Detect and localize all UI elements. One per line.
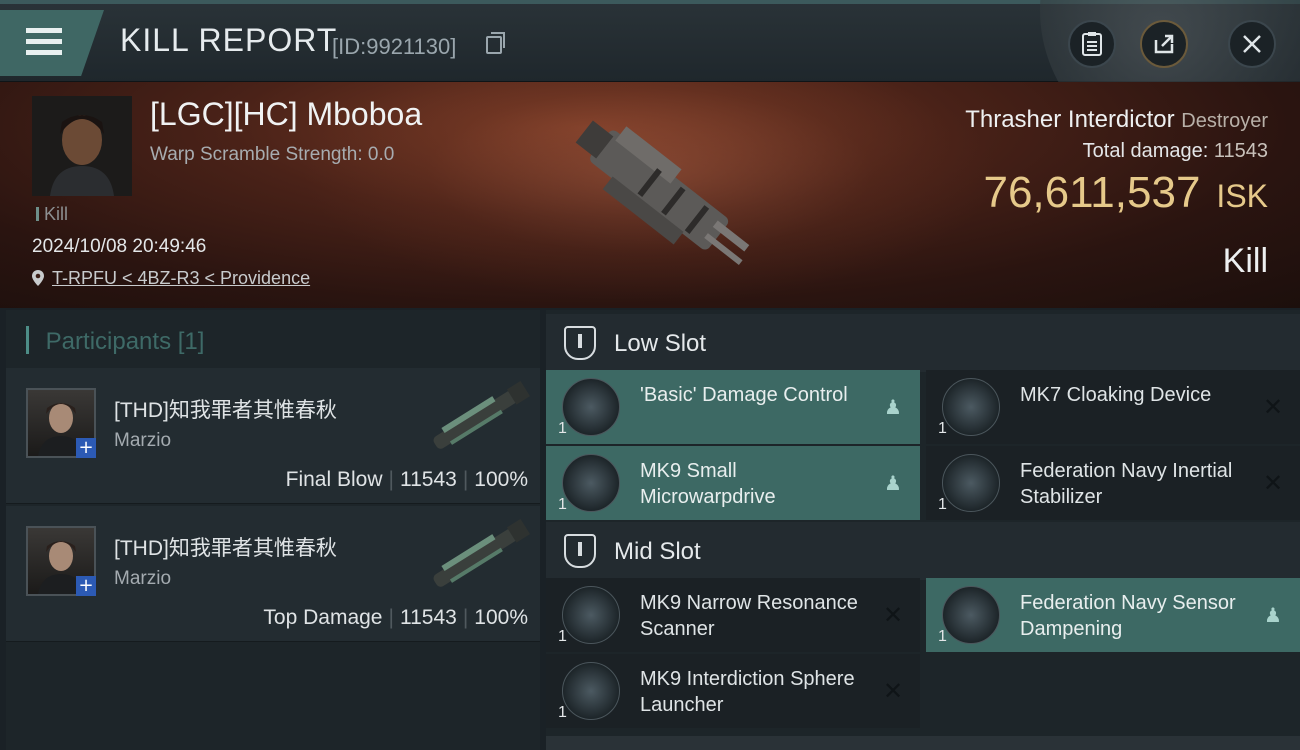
total-damage: Total damage: 11543 xyxy=(1083,140,1268,163)
participant-corp: Marzio xyxy=(114,568,172,589)
victim-banner: [LGC][HC] Mboboa Warp Scramble Strength:… xyxy=(0,82,1300,308)
destroyed-x-icon: ✕ xyxy=(1262,469,1284,497)
module-item[interactable]: 1 MK9 Narrow Resonance Scanner ✕ xyxy=(546,578,920,652)
ship-class: Destroyer xyxy=(1181,110,1268,132)
participant-damage: 11543 xyxy=(399,468,457,491)
kill-location[interactable]: T-RPFU < 4BZ-R3 < Providence xyxy=(32,268,310,289)
participant-stats: Top Damage | 11543 | 100% xyxy=(263,606,528,629)
interdiction-launcher-icon xyxy=(562,662,620,720)
module-quantity: 1 xyxy=(938,420,947,437)
next-slot-header-partial xyxy=(546,736,1300,750)
mid-slot-header: Mid Slot xyxy=(546,522,1300,580)
participants-label: Participants xyxy=(45,328,172,355)
participant-ship-icon xyxy=(433,380,531,449)
participant-ship-icon xyxy=(433,518,531,587)
ship-type: Thrasher Interdictor xyxy=(965,106,1175,133)
isk-value: 76,611,537 ISK xyxy=(983,168,1268,218)
participant-row[interactable]: + [THD]知我罪者其惟春秋 Marzio Top Damage | 11543 |… xyxy=(6,506,540,642)
module-quantity: 1 xyxy=(558,704,567,721)
low-slot-header: Low Slot xyxy=(546,314,1300,372)
corp-badge-plus-icon: + xyxy=(76,438,96,458)
menu-button[interactable] xyxy=(0,10,104,76)
close-icon xyxy=(1243,35,1261,53)
corp-badge-plus-icon: + xyxy=(76,576,96,596)
module-name: MK9 Interdiction Sphere Launcher xyxy=(640,668,855,716)
module-name: Federation Navy Inertial Stabilizer xyxy=(1020,460,1233,508)
module-name: 'Basic' Damage Control xyxy=(640,384,848,406)
module-item[interactable]: 1 MK7 Cloaking Device ✕ xyxy=(926,370,1300,444)
menu-icon xyxy=(26,28,62,56)
total-damage-label: Total damage: xyxy=(1082,140,1209,162)
participants-panel: Participants [1] + [THD]知我罪者其惟春秋 Marzio … xyxy=(6,310,540,750)
isk-amount: 76,611,537 xyxy=(983,168,1201,217)
module-name: MK9 Small Microwarpdrive xyxy=(640,460,776,508)
resonance-scanner-icon xyxy=(562,586,620,644)
participants-count: [1] xyxy=(177,328,205,355)
low-slot-icon xyxy=(564,326,596,360)
module-item[interactable]: 1 MK9 Interdiction Sphere Launcher ✕ xyxy=(546,654,920,728)
close-button[interactable] xyxy=(1228,20,1276,68)
participants-header: Participants [1] xyxy=(26,326,205,356)
dropped-person-icon: ♟ xyxy=(884,471,902,495)
participant-avatar[interactable]: + xyxy=(26,388,96,458)
module-quantity: 1 xyxy=(558,420,567,437)
participant-row[interactable]: + [THD]知我罪者其惟春秋 Marzio Final Blow | 11543 |… xyxy=(6,368,540,504)
participant-percent: 100% xyxy=(474,606,528,629)
isk-unit: ISK xyxy=(1216,178,1268,214)
victim-name[interactable]: [LGC][HC] Mboboa xyxy=(150,96,422,133)
clipboard-button[interactable] xyxy=(1068,20,1116,68)
clipboard-icon xyxy=(1082,32,1102,56)
participant-damage: 11543 xyxy=(399,606,457,629)
victim-portrait[interactable] xyxy=(32,96,132,196)
participant-name[interactable]: [THD]知我罪者其惟春秋 xyxy=(114,394,337,424)
cloaking-device-icon xyxy=(942,378,1000,436)
share-icon xyxy=(1154,34,1174,54)
module-quantity: 1 xyxy=(938,496,947,513)
header-bar: KILL REPORT [ID:9921130] xyxy=(0,0,1300,82)
low-slot-label: Low Slot xyxy=(614,330,707,357)
kill-datetime: 2024/10/08 20:49:46 xyxy=(32,236,207,257)
participant-percent: 100% xyxy=(474,468,528,491)
ship-name[interactable]: Thrasher Interdictor Destroyer xyxy=(965,106,1268,134)
module-quantity: 1 xyxy=(938,628,947,645)
participant-corp: Marzio xyxy=(114,430,172,451)
damage-control-icon xyxy=(562,378,620,436)
location-link[interactable]: T-RPFU < 4BZ-R3 < Providence xyxy=(52,268,310,288)
module-item[interactable]: 1 'Basic' Damage Control ♟ xyxy=(546,370,920,444)
module-name: Federation Navy Sensor Dampening xyxy=(1020,592,1236,640)
participant-avatar[interactable]: + xyxy=(26,526,96,596)
fitting-panel: Low Slot 1 'Basic' Damage Control ♟ 1 MK… xyxy=(546,310,1300,750)
participant-stats: Final Blow | 11543 | 100% xyxy=(285,468,528,491)
location-pin-icon xyxy=(32,270,44,286)
report-id: [ID:9921130] xyxy=(332,34,457,59)
participant-name[interactable]: [THD]知我罪者其惟春秋 xyxy=(114,532,337,562)
destroyed-x-icon: ✕ xyxy=(882,601,904,629)
module-item[interactable]: 1 Federation Navy Sensor Dampening ♟ xyxy=(926,578,1300,652)
ship-image xyxy=(575,120,750,265)
destroyed-x-icon: ✕ xyxy=(882,677,904,705)
copy-icon[interactable] xyxy=(486,32,505,54)
module-item[interactable]: 1 MK9 Small Microwarpdrive ♟ xyxy=(546,446,920,520)
sensor-dampener-icon xyxy=(942,586,1000,644)
dropped-person-icon: ♟ xyxy=(884,395,902,419)
kill-tag: Kill xyxy=(36,204,68,225)
kill-result: Kill xyxy=(1222,242,1268,280)
inertial-stabilizer-icon xyxy=(942,454,1000,512)
share-button[interactable] xyxy=(1140,20,1188,68)
page-title: KILL REPORT xyxy=(120,22,338,58)
module-quantity: 1 xyxy=(558,496,567,513)
module-item[interactable]: 1 Federation Navy Inertial Stabilizer ✕ xyxy=(926,446,1300,520)
participant-role: Final Blow xyxy=(285,468,383,491)
module-name: MK7 Cloaking Device xyxy=(1020,384,1212,406)
module-quantity: 1 xyxy=(558,628,567,645)
microwarpdrive-icon xyxy=(562,454,620,512)
participant-role: Top Damage xyxy=(263,606,383,629)
total-damage-value: 11543 xyxy=(1213,140,1268,162)
mid-slot-icon xyxy=(564,534,596,568)
mid-slot-label: Mid Slot xyxy=(614,538,701,565)
warp-scramble-strength: Warp Scramble Strength: 0.0 xyxy=(150,144,395,165)
dropped-person-icon: ♟ xyxy=(1264,603,1282,627)
module-name: MK9 Narrow Resonance Scanner xyxy=(640,592,858,640)
destroyed-x-icon: ✕ xyxy=(1262,393,1284,421)
